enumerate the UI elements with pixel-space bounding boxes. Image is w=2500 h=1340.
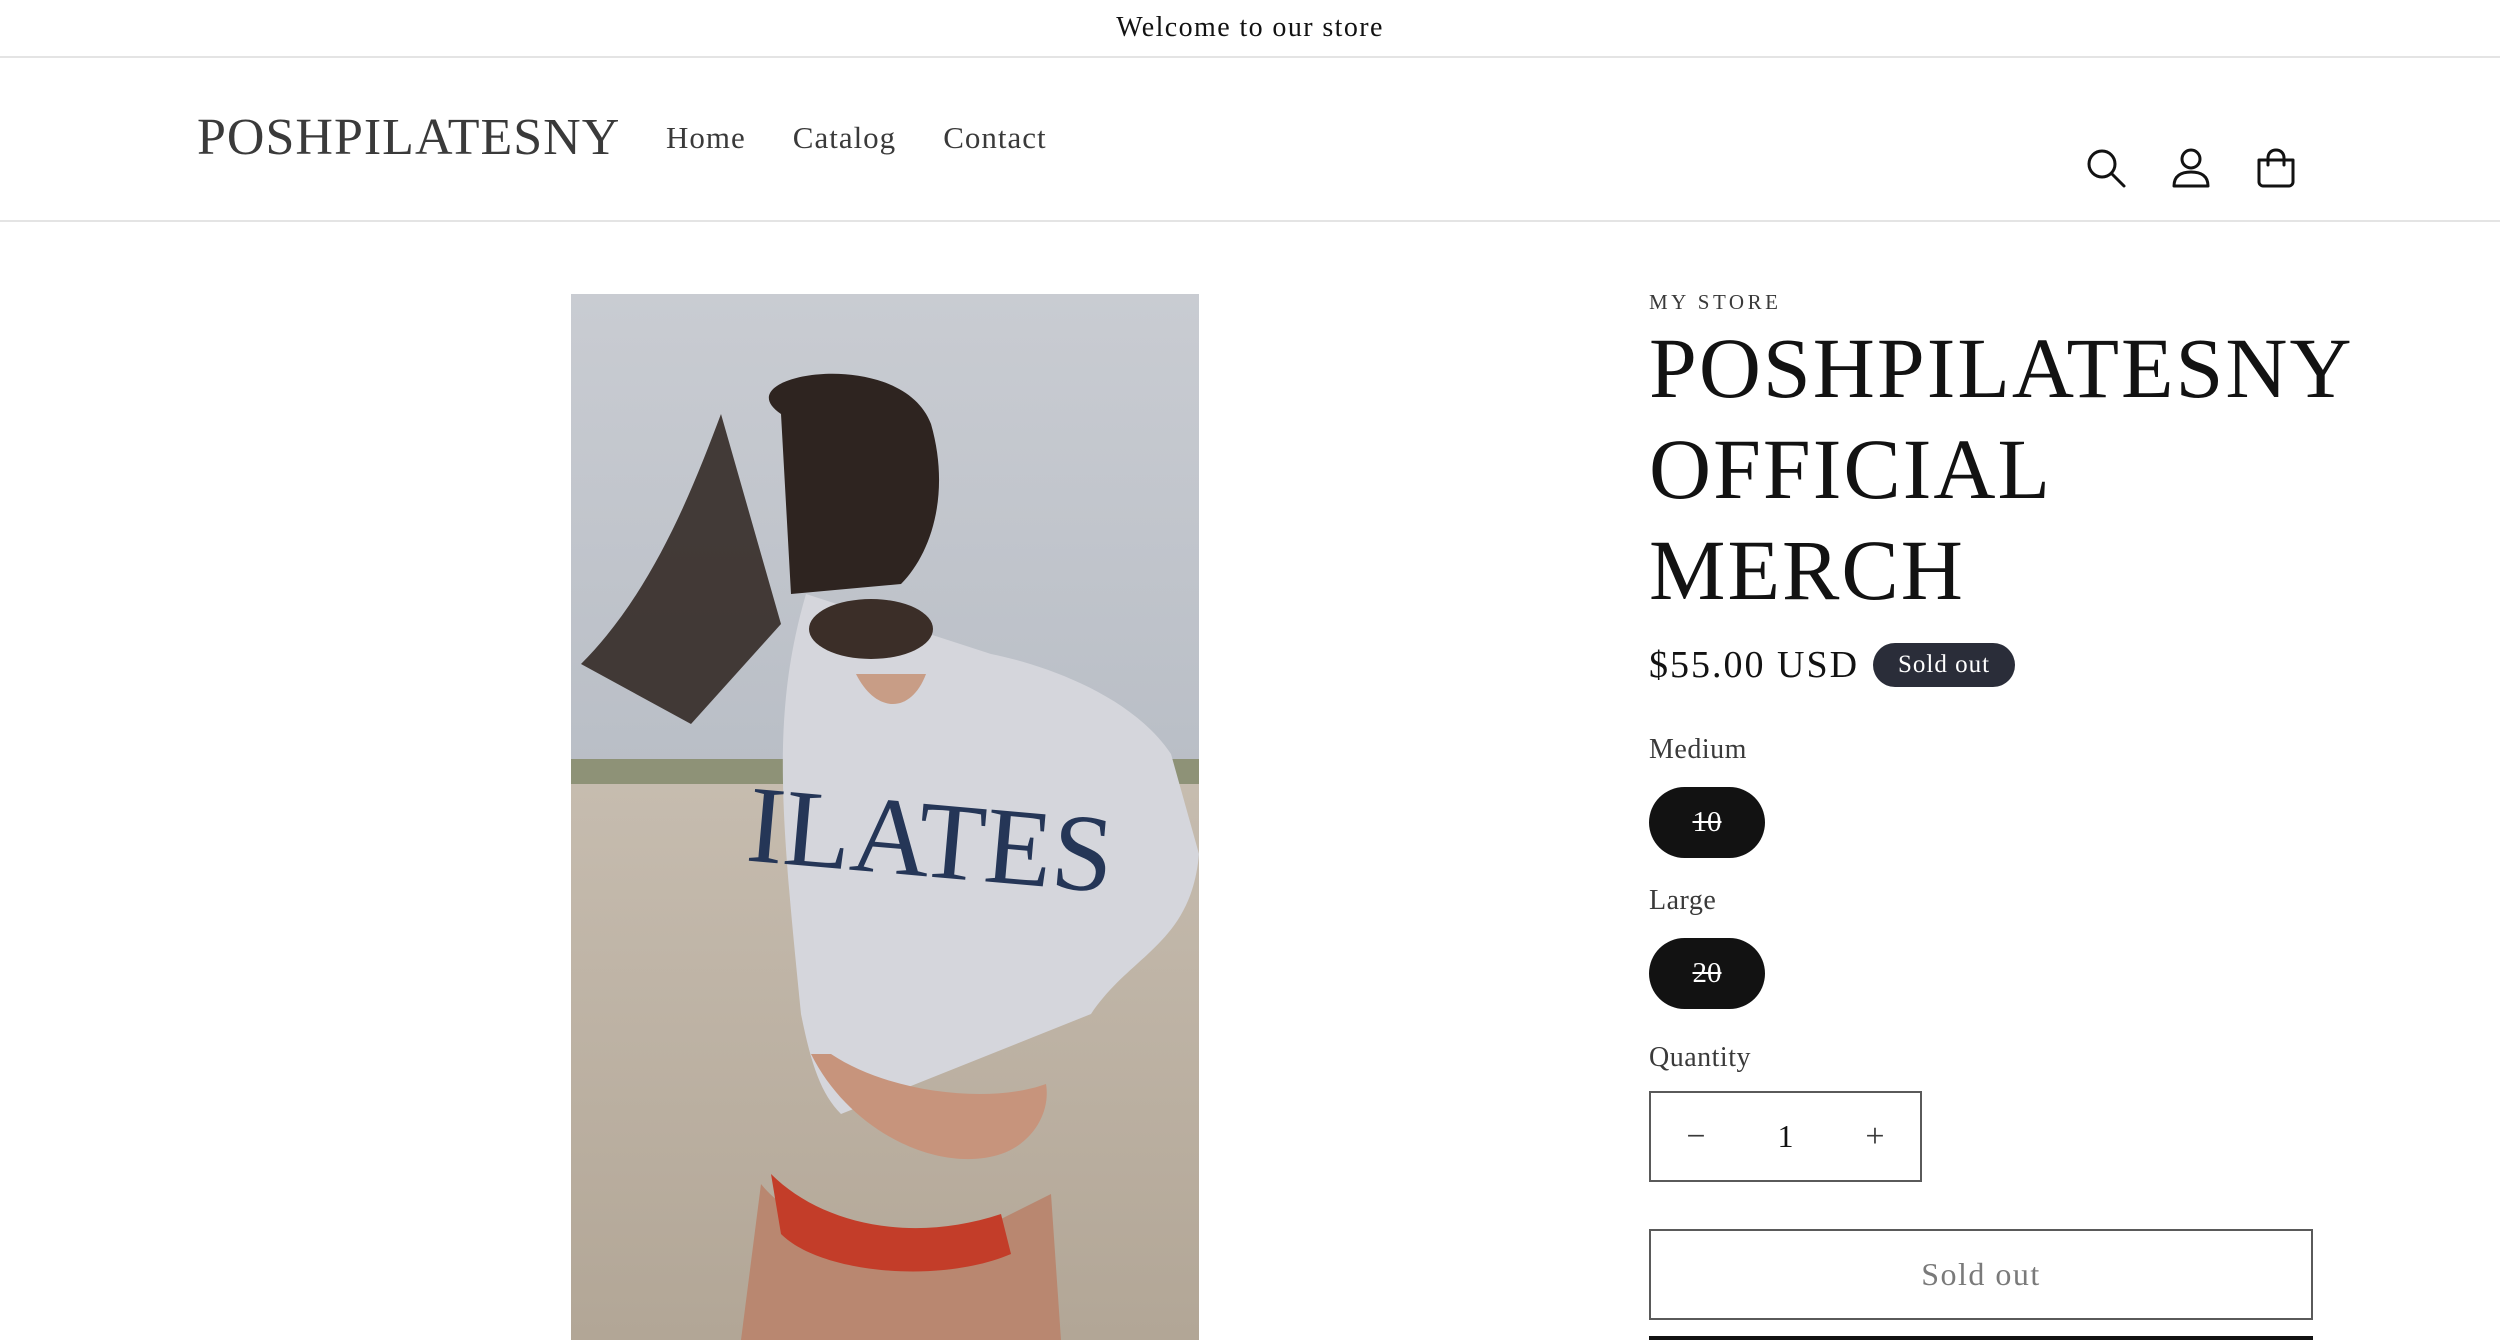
cart-icon[interactable] — [2252, 144, 2300, 192]
option-label-large: Large — [1649, 885, 1717, 916]
product-vendor: MY STORE — [1649, 290, 1782, 314]
variant-pill-large[interactable]: 20 — [1649, 938, 1765, 1009]
search-icon[interactable] — [2082, 144, 2130, 192]
nav-contact-link[interactable]: Contact — [943, 120, 1046, 156]
site-header: POSHPILATESNY Home Catalog Contact — [0, 58, 2500, 222]
quantity-stepper: − 1 + — [1649, 1091, 1922, 1182]
store-logo[interactable]: POSHPILATESNY — [197, 108, 620, 167]
quantity-label: Quantity — [1649, 1042, 1751, 1073]
price-row: $55.00 USD Sold out — [1649, 643, 2016, 687]
sold-out-button[interactable]: Sold out — [1649, 1229, 2313, 1320]
sold-out-badge: Sold out — [1873, 643, 2016, 687]
nav-catalog-link[interactable]: Catalog — [793, 120, 896, 156]
variant-pill-medium[interactable]: 10 — [1649, 787, 1765, 858]
product-photo: ILATES — [571, 294, 1199, 1340]
account-icon[interactable] — [2167, 144, 2215, 192]
quantity-decrease-button[interactable]: − — [1651, 1093, 1741, 1180]
main-nav: Home Catalog Contact — [666, 120, 1047, 156]
announcement-bar: Welcome to our store — [0, 0, 2500, 58]
product-title: POSHPILATESNY OFFICIAL MERCH — [1649, 320, 2351, 618]
announcement-text: Welcome to our store — [1116, 12, 1384, 43]
product-image[interactable]: ILATES — [571, 294, 1199, 1340]
product-price: $55.00 USD — [1649, 644, 1860, 686]
quantity-increase-button[interactable]: + — [1830, 1093, 1920, 1180]
option-label-medium: Medium — [1649, 734, 1747, 765]
quantity-input[interactable]: 1 — [1741, 1118, 1830, 1155]
next-button-edge — [1649, 1336, 2313, 1340]
nav-home-link[interactable]: Home — [666, 120, 746, 156]
